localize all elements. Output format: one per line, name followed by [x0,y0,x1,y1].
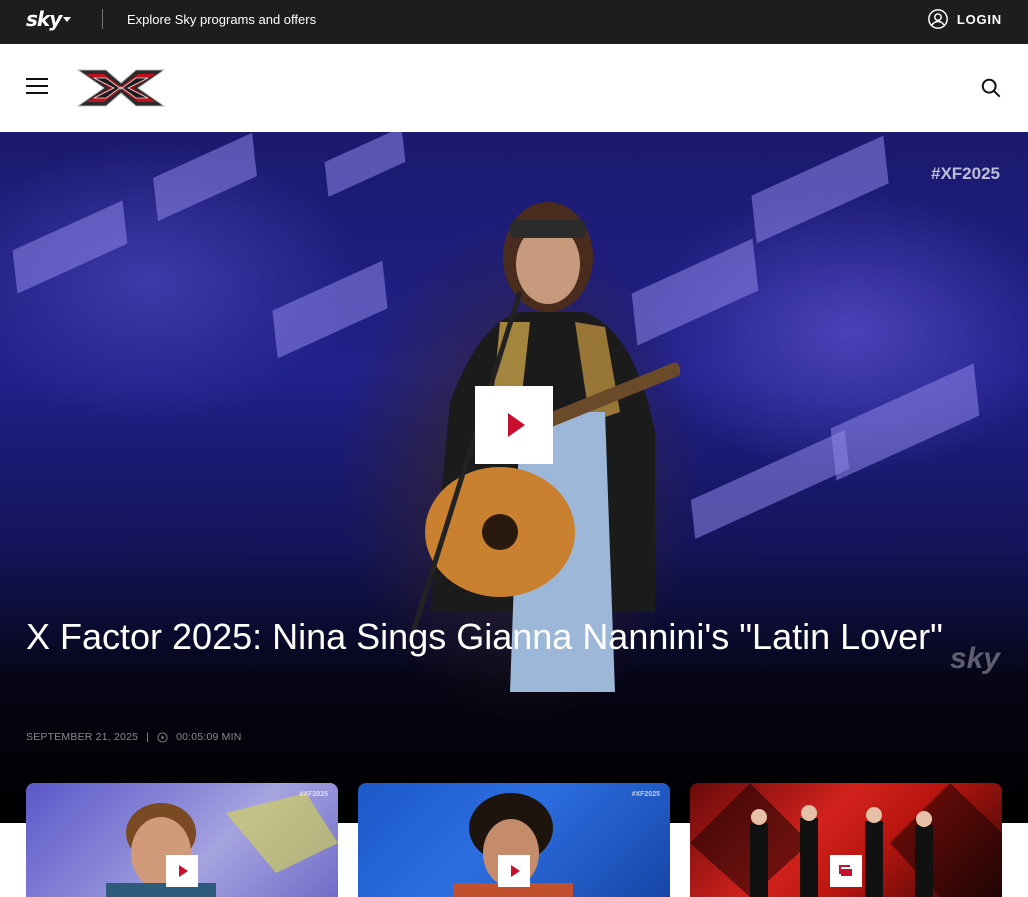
video-meta: SEPTEMBER 21, 2025 | 00:05:09 MIN [26,731,242,743]
stage-light-shape [690,430,850,539]
play-icon [178,865,188,877]
card-hashtag: #XF2025 [631,791,660,798]
video-card[interactable]: #XF2025 [358,783,670,897]
gallery-card[interactable] [690,783,1002,897]
search-icon[interactable] [980,77,1002,99]
gallery-icon [840,866,852,876]
card-play-button[interactable] [498,855,530,887]
stage-light-shape [153,132,257,222]
hamburger-menu-icon[interactable] [26,78,48,96]
login-label: LOGIN [956,11,1002,27]
stage-light-shape [12,200,128,294]
divider [102,9,103,29]
stage-light-shape [751,135,889,244]
play-icon [507,413,525,437]
chevron-down-icon[interactable] [63,17,71,22]
clock-icon [157,731,168,743]
video-duration: 00:05:09 MIN [176,731,242,743]
x-factor-logo[interactable] [76,68,166,108]
card-hashtag: #XF2025 [299,791,328,798]
card-gallery-button[interactable] [830,855,862,887]
stage-light-shape [272,260,388,359]
play-icon [510,865,520,877]
stage-light-shape [830,363,980,481]
video-card[interactable]: #XF2025 [26,783,338,897]
hero-video[interactable]: #XF2025 sky X Factor 2025: Nina Sings Gi… [0,132,1028,823]
sky-logo[interactable]: sky [26,7,62,31]
site-header [0,44,1028,132]
publish-date: SEPTEMBER 21, 2025 [26,731,139,743]
sky-top-bar: sky Explore Sky programs and offers LOGI… [0,0,1028,44]
explore-sky-link[interactable]: Explore Sky programs and offers [127,12,316,27]
user-circle-icon [927,9,948,29]
login-button[interactable]: LOGIN [927,8,1002,30]
sky-watermark: sky [949,642,1000,675]
play-button[interactable] [475,386,553,464]
card-play-button[interactable] [166,855,198,887]
meta-separator: | [146,731,150,743]
hashtag-watermark: #XF2025 [931,164,1000,183]
video-title[interactable]: X Factor 2025: Nina Sings Gianna Nannini… [26,612,956,661]
